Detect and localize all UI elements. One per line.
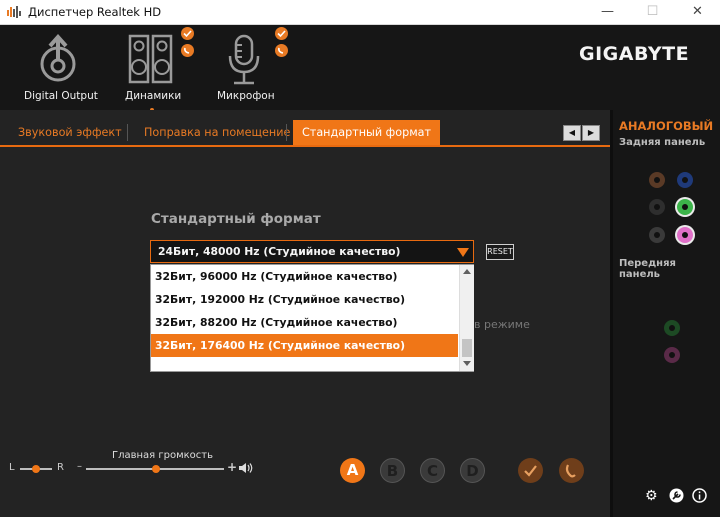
speakers-link-icon [181,44,194,57]
tab-divider [127,124,128,141]
window-title: Диспетчер Realtek HD [28,5,162,19]
speakers-icon [128,34,173,84]
dropdown-scrollbar[interactable] [459,265,474,371]
device-label-digital-output: Digital Output [24,90,98,102]
settings-gear-icon[interactable]: ⚙ [645,488,658,504]
microphone-link-icon [275,44,288,57]
brand-logo: GIGABYTE [579,43,690,65]
rear-jack-green[interactable] [677,199,693,215]
device-microphone[interactable]: Микрофон [212,25,282,110]
preset-a-button[interactable]: A [340,458,365,483]
front-jack-green[interactable] [664,320,680,336]
device-digital-output[interactable]: Digital Output [18,25,98,110]
digital-output-icon [40,34,76,82]
rear-jack-blue[interactable] [677,172,693,188]
minimize-button[interactable]: — [585,0,630,25]
close-button[interactable]: ✕ [675,0,720,25]
balance-right-label: R [57,462,64,473]
speakers-check-icon [181,27,194,40]
maximize-button[interactable]: ☐ [630,0,675,25]
tab-sound-effect[interactable]: Звуковой эффект [18,120,122,145]
reset-button[interactable]: RESET [486,244,514,260]
preset-c-button[interactable]: C [420,458,445,483]
rear-jack-black[interactable] [649,199,665,215]
rear-jack-pink[interactable] [677,227,693,243]
front-panel-label: Передняя панель [619,258,676,280]
scroll-up-icon[interactable] [463,269,471,274]
volume-plus-label: + [227,460,238,474]
scroll-down-icon[interactable] [463,361,471,366]
tab-divider [286,124,287,141]
dropdown-option-selected[interactable]: 32Бит, 176400 Hz (Студийное качество) [151,334,458,357]
dropdown-option[interactable]: 32Бит, 192000 Hz (Студийное качество) [151,288,458,311]
dropdown-option[interactable]: 32Бит, 88200 Hz (Студийное качество) [151,311,458,334]
preset-b-button[interactable]: B [380,458,405,483]
phone-link-icon[interactable] [559,458,584,483]
device-header: Digital Output Динамики Микрофон GIGABYT… [0,25,720,112]
volume-minus-label: – [77,461,82,472]
hidden-hint-text: в режиме [474,318,530,331]
rear-panel-label: Задняя панель [619,137,706,148]
confirm-check-icon[interactable] [518,458,543,483]
microphone-check-icon [275,27,288,40]
chevron-down-icon [457,248,469,257]
wrench-icon[interactable] [669,488,684,507]
device-label-speakers: Динамики [125,90,182,102]
rear-jack-gray[interactable] [649,227,665,243]
format-select-value: 24Бит, 48000 Hz (Студийное качество) [158,245,401,258]
tab-room-correction[interactable]: Поправка на помещение [144,120,290,145]
analog-title: АНАЛОГОВЫЙ [619,119,714,133]
balance-left-label: L [9,462,15,473]
section-title: Стандартный формат [151,211,321,227]
tab-strip: Звуковой эффект Поправка на помещение Ст… [0,120,610,147]
info-icon[interactable] [692,488,707,507]
format-dropdown-list[interactable]: 32Бит, 96000 Hz (Студийное качество) 32Б… [150,264,474,372]
front-jack-pink[interactable] [664,347,680,363]
format-select[interactable]: 24Бит, 48000 Hz (Студийное качество) [150,240,474,263]
volume-slider-knob[interactable] [152,465,160,473]
microphone-icon [228,34,260,85]
scroll-thumb[interactable] [462,339,472,357]
realtek-app-icon [7,6,21,18]
tab-prev-button[interactable]: ◀ [563,125,581,141]
analog-panel: АНАЛОГОВЫЙ Задняя панель Передняя панель… [613,110,720,517]
speaker-volume-icon[interactable] [238,462,256,474]
rear-jack-orange[interactable] [649,172,665,188]
main-panel: Звуковой эффект Поправка на помещение Ст… [0,110,610,517]
tab-default-format[interactable]: Стандартный формат [293,120,441,145]
dropdown-option[interactable]: 32Бит, 96000 Hz (Студийное качество) [151,265,458,288]
balance-slider-knob[interactable] [32,465,40,473]
preset-d-button[interactable]: D [460,458,485,483]
device-label-microphone: Микрофон [217,90,275,102]
title-bar: Диспетчер Realtek HD — ☐ ✕ [0,0,720,25]
tab-next-button[interactable]: ▶ [582,125,600,141]
master-volume-label: Главная громкость [112,450,214,461]
